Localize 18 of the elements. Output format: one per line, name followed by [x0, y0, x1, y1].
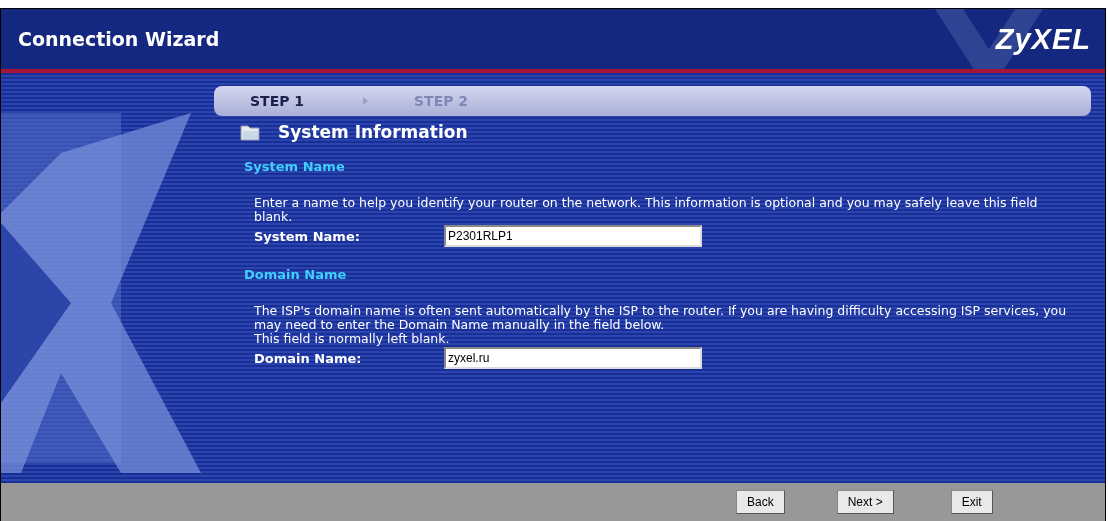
input-field[interactable]: zyxel.ru [444, 347, 702, 370]
field-label: Domain Name: [254, 350, 363, 366]
logo: ZyXEL [995, 22, 1091, 56]
wizard-button[interactable]: Exit [950, 490, 993, 515]
wizard-button[interactable]: Back [736, 490, 785, 515]
step-label: STEP 1 [250, 93, 306, 110]
arrow-icon [362, 96, 370, 107]
description-text: Enter a name to help you identify your router on the network. This information is optional and you may safely leave this field blank. [254, 196, 1039, 225]
input-field[interactable]: P2301RLP1 [444, 225, 702, 248]
wizard-button[interactable]: Next > [836, 490, 894, 515]
window-title: Connection Wizard [18, 28, 220, 51]
section-heading: Domain Name [244, 267, 347, 283]
step-label: STEP 2 [414, 93, 470, 110]
folder-icon [240, 123, 260, 142]
description-text: The ISP's domain name is often sent automatically by the ISP to the router. If you are having difficulty accessing ISP services, you may need to enter the Domain Name manually in the field below. This field is normally left blank. [254, 304, 1068, 347]
section-heading: System Name [244, 159, 345, 175]
page-title: System Information [278, 122, 468, 143]
field-label: System Name: [254, 228, 361, 244]
